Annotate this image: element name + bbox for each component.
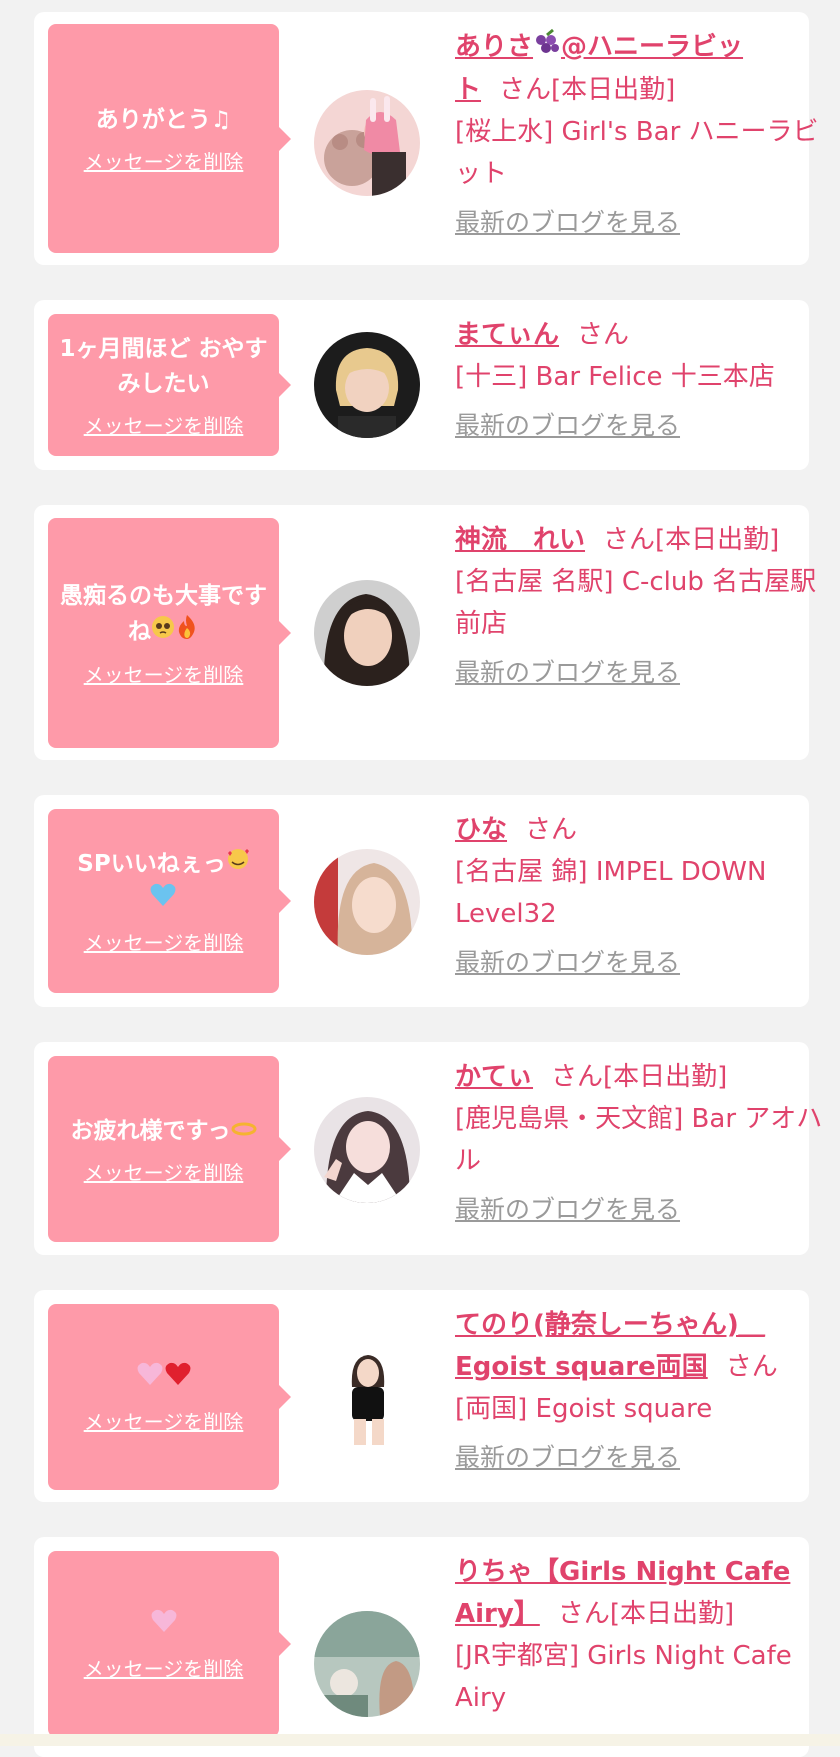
shop-name: [名古屋 名駅] C-club 名古屋駅前店 — [455, 567, 817, 639]
avatar[interactable] — [314, 1343, 420, 1449]
delete-message-link[interactable]: メッセージを削除 — [84, 1657, 244, 1681]
shop-name: [JR宇都宮] Girls Night Cafe Airy — [455, 1641, 792, 1713]
grape-icon — [533, 27, 561, 69]
cast-card: メッセージを削除 りちゃ【Girls Night Cafe Airy】 さん[本日… — [34, 1537, 809, 1757]
cast-info: かてぃ さん[本日出勤] [鹿児島県・天文館] Bar アオハル 最新のブログを見… — [455, 1056, 835, 1230]
latest-blog-link[interactable]: 最新のブログを見る — [455, 653, 680, 693]
avatar[interactable] — [314, 90, 420, 196]
honorific-status: さん[本日出勤] — [551, 1062, 728, 1092]
avatar[interactable] — [314, 332, 420, 438]
cast-name-link[interactable]: ひな — [455, 815, 507, 845]
cast-card: SPいいねぇっ メッセージを削除 ひな さん [名古屋 錦] IMPEL DOWN… — [34, 795, 809, 1007]
cast-card: ありがとう♫ メッセージを削除 ありさ @ハニーラビットさん[本日出勤] [桜上水… — [34, 12, 819, 265]
latest-blog-link[interactable]: 最新のブログを見る — [455, 943, 680, 983]
cast-card: 1ヶ月間ほど おやすみしたい メッセージを削除 まてぃん さん [十三] Bar … — [34, 300, 809, 470]
avatar[interactable] — [314, 1611, 420, 1717]
pink-heart-icon — [150, 1608, 178, 1645]
message-bubble: メッセージを削除 — [48, 1551, 291, 1737]
message-text: 1ヶ月間ほど おやすみしたい — [59, 336, 268, 397]
avatar[interactable] — [314, 580, 420, 686]
latest-blog-link[interactable]: 最新のブログを見る — [455, 203, 680, 243]
message-text: 愚痴るのも大事ですね — [58, 579, 269, 651]
honorific-status: さん — [577, 320, 630, 350]
shop-name: [鹿児島県・天文館] Bar アオハル — [455, 1104, 823, 1176]
delete-message-link[interactable]: メッセージを削除 — [84, 1410, 244, 1434]
pink-heart-icon — [136, 1361, 164, 1398]
cast-card: お疲れ様ですっ メッセージを削除 かてぃ さん[本日出勤] [鹿児島県・天文館] … — [34, 1042, 822, 1255]
halo-icon — [231, 1114, 257, 1149]
message-bubble: 1ヶ月間ほど おやすみしたい メッセージを削除 — [48, 314, 291, 456]
message-text — [136, 1361, 192, 1398]
shop-name: [両国] Egoist square — [455, 1394, 713, 1424]
message-bubble: SPいいねぇっ メッセージを削除 — [48, 809, 291, 993]
cast-info: ありさ @ハニーラビットさん[本日出勤] [桜上水] Girl's Bar ハニー… — [455, 26, 835, 243]
cast-name-link[interactable]: かてぃ — [455, 1062, 533, 1092]
message-text: お疲れ様ですっ — [70, 1114, 257, 1149]
fire-icon — [175, 614, 199, 651]
honorific-status: さん[本日出勤] — [499, 74, 676, 105]
cast-card: 愚痴るのも大事ですね メッセージを削除 神流 れい さん[本日出勤] [名古屋 名… — [34, 505, 816, 760]
smiling-face-with-hearts-icon — [226, 847, 250, 882]
latest-blog-link[interactable]: 最新のブログを見る — [455, 1438, 680, 1478]
cast-name-link[interactable]: てのり(静奈しーちゃん)＿Egoist square両国 — [455, 1310, 765, 1382]
honorific-status: さん[本日出勤] — [603, 525, 780, 555]
shop-name: [十三] Bar Felice 十三本店 — [455, 362, 775, 392]
cast-info: ひな さん [名古屋 錦] IMPEL DOWN Level32 最新のブログを見… — [455, 809, 835, 983]
delete-message-link[interactable]: メッセージを削除 — [84, 1161, 244, 1185]
shop-name: [名古屋 錦] IMPEL DOWN Level32 — [455, 857, 767, 929]
message-text: SPいいねぇっ — [77, 847, 249, 919]
cast-info: りちゃ【Girls Night Cafe Airy】 さん[本日出勤] [JR宇都… — [455, 1551, 835, 1719]
bottom-edge — [0, 1734, 840, 1746]
message-bubble: ありがとう♫ メッセージを削除 — [48, 24, 291, 253]
cast-info: てのり(静奈しーちゃん)＿Egoist square両国 さん [両国] Egoi… — [455, 1304, 835, 1478]
message-bubble: メッセージを削除 — [48, 1304, 291, 1490]
blue-heart-icon — [149, 882, 177, 919]
red-heart-icon — [164, 1361, 192, 1398]
cast-info: 神流 れい さん[本日出勤] [名古屋 名駅] C-club 名古屋駅前店 最新の… — [455, 519, 835, 693]
latest-blog-link[interactable]: 最新のブログを見る — [455, 1190, 680, 1230]
cast-card: メッセージを削除 てのり(静奈しーちゃん)＿Egoist square両国 さん … — [34, 1290, 809, 1502]
cast-name-link[interactable]: 神流 れい — [455, 525, 585, 555]
avatar[interactable] — [314, 1097, 420, 1203]
honorific-status: さん[本日出勤] — [557, 1599, 735, 1629]
message-bubble: 愚痴るのも大事ですね メッセージを削除 — [48, 518, 291, 748]
delete-message-link[interactable]: メッセージを削除 — [84, 663, 244, 687]
cast-info: まてぃん さん [十三] Bar Felice 十三本店 最新のブログを見る — [455, 314, 835, 446]
honorific-status: さん — [725, 1352, 778, 1382]
message-bubble: お疲れ様ですっ メッセージを削除 — [48, 1056, 291, 1242]
cast-name-link[interactable]: まてぃん — [455, 320, 559, 350]
delete-message-link[interactable]: メッセージを削除 — [84, 414, 244, 438]
message-text: ありがとう♫ — [95, 107, 232, 133]
shop-name: [桜上水] Girl's Bar ハニーラビット — [455, 116, 819, 189]
delete-message-link[interactable]: メッセージを削除 — [84, 931, 244, 955]
avatar[interactable] — [314, 849, 420, 955]
pleading-face-icon — [151, 615, 175, 650]
honorific-status: さん — [525, 815, 578, 845]
latest-blog-link[interactable]: 最新のブログを見る — [455, 406, 680, 446]
message-text — [150, 1608, 178, 1645]
delete-message-link[interactable]: メッセージを削除 — [84, 150, 244, 174]
